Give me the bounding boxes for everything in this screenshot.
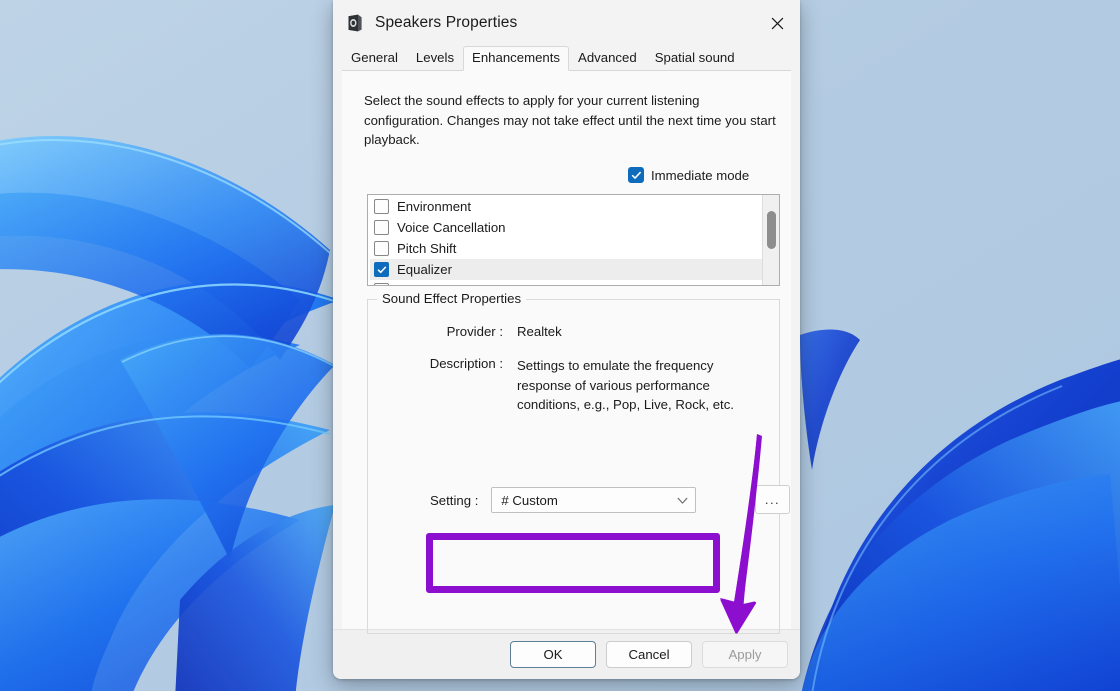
setting-more-button[interactable]: ... [755,485,790,514]
cancel-button[interactable]: Cancel [606,641,692,668]
provider-value: Realtek [517,324,562,339]
checkbox-box [374,262,389,277]
sound-effect-properties-group: Sound Effect Properties Provider : Realt… [367,299,780,634]
tab-general[interactable]: General [342,46,407,70]
ok-button[interactable]: OK [510,641,596,668]
dialog-footer: OK Cancel Apply [333,629,800,679]
provider-row: Provider : Realtek [411,324,562,339]
list-item[interactable]: Environment [370,196,762,217]
sound-effects-list[interactable]: Environment Voice Cancellation [367,194,780,286]
close-icon[interactable] [754,0,800,46]
check-icon [631,170,642,181]
list-item-label: Voice Cancellation [397,220,506,235]
immediate-mode-checkbox[interactable]: Immediate mode [628,167,749,183]
speaker-icon [345,13,365,33]
close-glyph [771,17,784,30]
list-item-label: Pitch Shift [397,241,456,256]
provider-label: Provider : [411,324,503,339]
group-legend: Sound Effect Properties [377,291,526,306]
setting-dropdown[interactable]: # Custom [491,487,696,513]
title-bar: Speakers Properties [333,0,800,46]
check-icon [377,265,387,275]
checkbox-box [628,167,644,183]
setting-row: Setting : # Custom [430,487,696,513]
setting-selected-value: # Custom [501,493,676,508]
desktop: Speakers Properties General Levels Enhan… [0,0,1120,691]
checkbox-box [374,283,389,285]
tab-levels[interactable]: Levels [407,46,463,70]
setting-label: Setting : [430,493,478,508]
tab-spatial-sound[interactable]: Spatial sound [646,46,744,70]
list-scrollbar[interactable] [762,195,779,285]
sound-effects-items: Environment Voice Cancellation [368,195,762,285]
list-item-label: Equalizer [397,262,452,277]
description-label: Description : [400,356,503,415]
chevron-down-icon [676,494,689,507]
window-title: Speakers Properties [375,14,517,32]
intro-description: Select the sound effects to apply for yo… [364,91,776,150]
tab-advanced[interactable]: Advanced [569,46,646,70]
description-value: Settings to emulate the frequency respon… [517,356,762,415]
tab-strip: General Levels Enhancements Advanced Spa… [333,46,800,70]
immediate-mode-label: Immediate mode [651,168,749,183]
speakers-properties-dialog: Speakers Properties General Levels Enhan… [333,0,800,679]
checkbox-box [374,241,389,256]
description-row: Description : Settings to emulate the fr… [400,356,762,415]
scrollbar-thumb[interactable] [767,211,776,249]
tab-enhancements[interactable]: Enhancements [463,46,569,71]
enhancements-tab-page: Select the sound effects to apply for yo… [342,70,791,629]
list-item-label: Virtual Surround [397,283,492,285]
checkbox-box [374,199,389,214]
list-item[interactable]: Virtual Surround [370,280,762,285]
list-item[interactable]: Pitch Shift [370,238,762,259]
list-item[interactable]: Voice Cancellation [370,217,762,238]
checkbox-box [374,220,389,235]
list-item-label: Environment [397,199,471,214]
list-item[interactable]: Equalizer [370,259,762,280]
apply-button[interactable]: Apply [702,641,788,668]
